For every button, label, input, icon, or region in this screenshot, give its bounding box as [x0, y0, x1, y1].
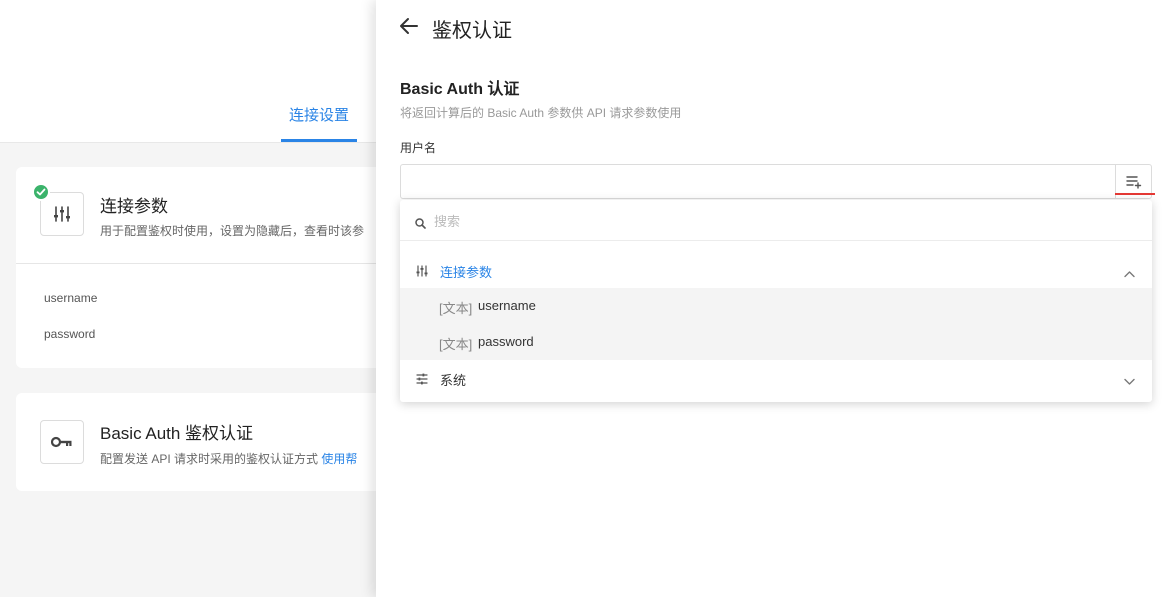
username-label: 用户名 — [400, 141, 437, 155]
group-connection-params[interactable]: 连接参数 — [400, 252, 1152, 288]
section-title: Basic Auth 认证 — [400, 81, 520, 98]
group-label: 系统 — [440, 373, 467, 388]
list-item-username[interactable]: [文本] username — [400, 288, 1152, 324]
chevron-down-icon — [1124, 373, 1135, 391]
tab-connection-settings[interactable]: 连接设置 — [281, 104, 357, 142]
arrow-left-icon[interactable] — [398, 15, 420, 37]
card-title: Basic Auth 鉴权认证 — [100, 424, 254, 443]
search-icon — [415, 216, 426, 234]
username-input[interactable] — [400, 164, 1116, 199]
check-icon — [32, 183, 50, 201]
variable-dropdown: 连接参数 [文本] username [文本] password 系统 — [400, 200, 1152, 402]
help-link[interactable]: 使用帮 — [321, 452, 357, 466]
key-icon — [40, 420, 84, 464]
chevron-up-icon — [1124, 265, 1135, 283]
group-label: 连接参数 — [440, 265, 493, 280]
item-name: password — [478, 334, 534, 349]
card-description-text: 配置发送 API 请求时采用的鉴权认证方式 — [100, 452, 319, 466]
tab-active-indicator — [281, 139, 357, 142]
divider — [16, 263, 396, 264]
list-item-password[interactable]: [文本] password — [400, 324, 1152, 360]
basic-auth-card: Basic Auth 鉴权认证 配置发送 API 请求时采用的鉴权认证方式 使用… — [16, 393, 396, 491]
item-type: [文本] — [439, 301, 473, 316]
search-input[interactable] — [434, 209, 1114, 233]
section-description: 将返回计算后的 Basic Auth 参数供 API 请求参数使用 — [400, 106, 682, 120]
active-underline — [1115, 193, 1155, 195]
group-system[interactable]: 系统 — [400, 360, 1152, 396]
item-name: username — [478, 298, 536, 313]
card-description: 配置发送 API 请求时采用的鉴权认证方式 使用帮 — [100, 450, 357, 467]
param-username: username — [44, 291, 98, 305]
list-add-icon — [1125, 175, 1141, 189]
param-password: password — [44, 327, 96, 341]
connection-params-card: 连接参数 用于配置鉴权时使用，设置为隐藏后，查看时该参 username pas… — [16, 167, 396, 368]
sliders-icon — [416, 264, 428, 282]
card-description: 用于配置鉴权时使用，设置为隐藏后，查看时该参 — [100, 224, 365, 238]
card-title: 连接参数 — [100, 197, 168, 216]
tune-icon — [416, 372, 428, 390]
drawer-title: 鉴权认证 — [432, 20, 512, 42]
item-type: [文本] — [439, 337, 473, 352]
dropdown-search — [400, 200, 1152, 241]
